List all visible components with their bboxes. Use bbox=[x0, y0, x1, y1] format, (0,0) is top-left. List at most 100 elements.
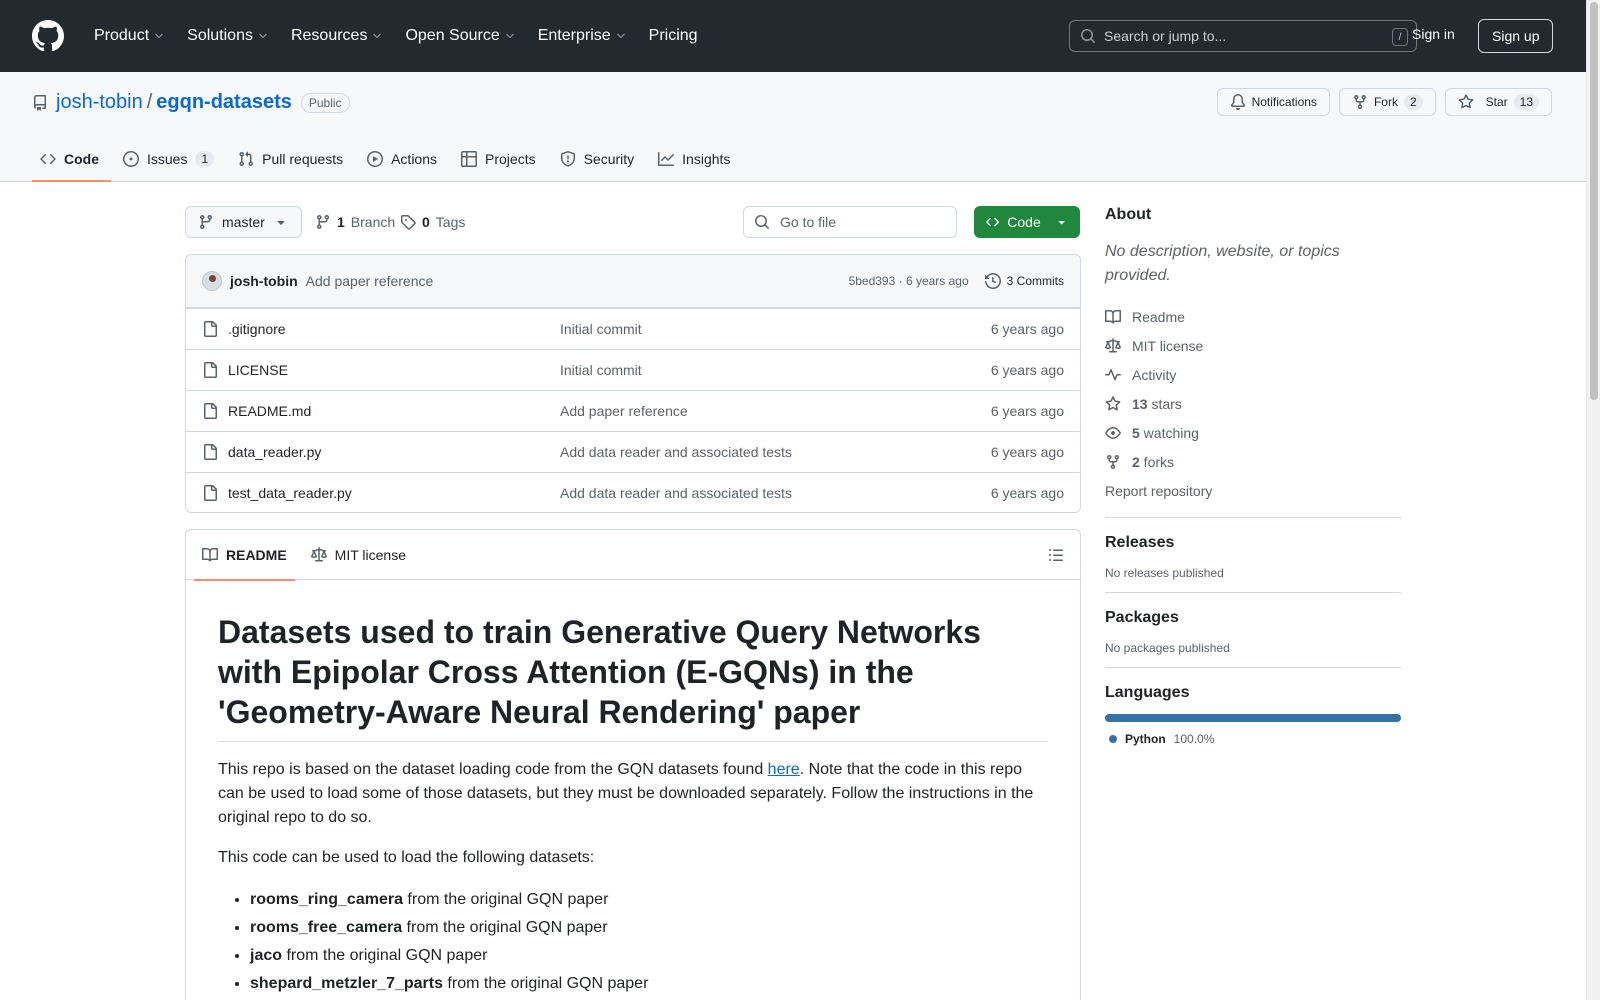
tab-actions[interactable]: Actions bbox=[359, 136, 449, 182]
page-scrollbar[interactable] bbox=[1586, 0, 1600, 1000]
file-name-link[interactable]: .gitignore bbox=[228, 321, 286, 337]
tab-issues[interactable]: Issues 1 bbox=[115, 136, 226, 182]
code-button[interactable]: Code bbox=[974, 206, 1080, 238]
tab-security[interactable]: Security bbox=[552, 136, 647, 182]
file-name-link[interactable]: data_reader.py bbox=[228, 444, 321, 460]
forks-link[interactable]: 2 forks bbox=[1105, 447, 1401, 476]
readme-paragraph: This repo is based on the dataset loadin… bbox=[218, 761, 1034, 826]
book-icon bbox=[202, 547, 218, 561]
file-name-link[interactable]: README.md bbox=[228, 403, 311, 419]
file-row[interactable]: .gitignore Initial commit 6 years ago bbox=[186, 308, 1080, 349]
tab-license[interactable]: MIT license bbox=[303, 530, 414, 580]
tab-projects[interactable]: Projects bbox=[453, 136, 548, 182]
file-row[interactable]: LICENSE Initial commit 6 years ago bbox=[186, 349, 1080, 390]
scrollbar-thumb[interactable] bbox=[1590, 2, 1598, 400]
branch-count: 1 bbox=[337, 214, 345, 230]
tab-security-label: Security bbox=[583, 151, 635, 167]
file-name-link[interactable]: test_data_reader.py bbox=[228, 485, 352, 501]
chevron-down-icon bbox=[155, 33, 163, 39]
repo-icon bbox=[34, 94, 46, 111]
file-row[interactable]: README.md Add paper reference 6 years ag… bbox=[186, 390, 1080, 431]
nav-solutions[interactable]: Solutions bbox=[179, 21, 277, 51]
play-icon bbox=[367, 151, 384, 167]
file-icon bbox=[204, 403, 217, 419]
activity-link[interactable]: Activity bbox=[1105, 360, 1401, 389]
file-name-link[interactable]: LICENSE bbox=[228, 362, 288, 378]
commit-meta: 5bed393 · 6 years ago 3 Commits bbox=[849, 273, 1064, 289]
go-to-file-placeholder: Go to file bbox=[780, 214, 837, 230]
repo-sidebar: About No description, website, or topics… bbox=[1105, 206, 1401, 746]
sign-in-link[interactable]: Sign in bbox=[1412, 26, 1455, 42]
sign-up-button[interactable]: Sign up bbox=[1478, 19, 1554, 53]
list-unordered-icon[interactable] bbox=[1048, 547, 1064, 563]
nav-open-source[interactable]: Open Source bbox=[397, 21, 523, 51]
packages-heading[interactable]: Packages bbox=[1105, 609, 1401, 627]
tab-code[interactable]: Code bbox=[32, 136, 111, 182]
history-icon bbox=[984, 273, 1001, 289]
list-item: rooms_ring_camera from the original GQN … bbox=[250, 886, 1048, 914]
star-button[interactable]: Star 13 bbox=[1444, 88, 1552, 116]
fork-label: Fork bbox=[1373, 95, 1398, 109]
tab-actions-label: Actions bbox=[391, 151, 438, 167]
avatar[interactable] bbox=[202, 271, 222, 291]
readme-paragraph: This code can be used to load the follow… bbox=[218, 849, 595, 866]
branch-select-button[interactable]: master bbox=[185, 206, 302, 238]
language-name: Python bbox=[1125, 732, 1166, 746]
file-commit-message[interactable]: Add data reader and associated tests bbox=[560, 485, 792, 501]
tags-link[interactable]: 0 Tags bbox=[400, 214, 465, 230]
repo-name-link[interactable]: egqn-datasets bbox=[156, 91, 292, 114]
search-placeholder: Search or jump to... bbox=[1104, 28, 1227, 44]
notifications-button[interactable]: Notifications bbox=[1216, 88, 1330, 116]
graph-icon bbox=[658, 152, 675, 166]
tab-pull-requests[interactable]: Pull requests bbox=[230, 136, 355, 182]
nav-enterprise[interactable]: Enterprise bbox=[530, 21, 635, 51]
report-repository-link[interactable]: Report repository bbox=[1105, 476, 1401, 505]
search-input[interactable]: Search or jump to... / bbox=[1069, 20, 1417, 52]
commits-link[interactable]: 3 Commits bbox=[984, 273, 1064, 289]
visibility-badge: Public bbox=[300, 92, 350, 113]
commit-count-label: 3 Commits bbox=[1006, 274, 1064, 288]
about-heading: About bbox=[1105, 206, 1152, 223]
nav-product[interactable]: Product bbox=[86, 21, 173, 51]
list-item: jaco from the original GQN paper bbox=[250, 942, 1048, 970]
readme-link[interactable]: Readme bbox=[1105, 302, 1401, 331]
file-age: 6 years ago bbox=[990, 444, 1064, 460]
repo-owner-link[interactable]: josh-tobin bbox=[56, 91, 143, 114]
fork-button[interactable]: Fork 2 bbox=[1338, 88, 1436, 116]
file-commit-message[interactable]: Initial commit bbox=[560, 362, 642, 378]
nav-resources[interactable]: Resources bbox=[283, 21, 391, 51]
tab-projects-label: Projects bbox=[485, 151, 536, 167]
readme-link-here[interactable]: here bbox=[768, 761, 800, 778]
file-row[interactable]: data_reader.py Add data reader and assoc… bbox=[186, 431, 1080, 472]
fork-count: 2 bbox=[1403, 94, 1423, 110]
tab-insights[interactable]: Insights bbox=[650, 136, 742, 182]
nav-pricing[interactable]: Pricing bbox=[641, 21, 706, 51]
watchers-link[interactable]: 5 watching bbox=[1105, 418, 1401, 447]
releases-heading[interactable]: Releases bbox=[1105, 534, 1401, 552]
commit-author-link[interactable]: josh-tobin bbox=[230, 273, 298, 289]
branches-link[interactable]: 1 Branch bbox=[315, 214, 395, 230]
file-commit-message[interactable]: Add paper reference bbox=[560, 403, 688, 419]
file-age: 6 years ago bbox=[990, 321, 1064, 337]
code-icon bbox=[986, 217, 1000, 227]
tab-readme[interactable]: README bbox=[194, 530, 295, 581]
stars-link[interactable]: 13 stars bbox=[1105, 389, 1401, 418]
about-description: No description, website, or topics provi… bbox=[1105, 243, 1340, 284]
license-link[interactable]: MIT license bbox=[1105, 331, 1401, 360]
readme-content: Datasets used to train Generative Query … bbox=[186, 580, 1080, 1000]
issue-icon bbox=[123, 151, 139, 167]
file-commit-message[interactable]: Add data reader and associated tests bbox=[560, 444, 792, 460]
go-to-file-input[interactable]: Go to file bbox=[743, 206, 957, 238]
repo-path-separator: / bbox=[146, 91, 153, 113]
file-icon bbox=[204, 444, 217, 460]
commit-sha-and-age[interactable]: 5bed393 · 6 years ago bbox=[849, 274, 969, 288]
file-row[interactable]: test_data_reader.py Add data reader and … bbox=[186, 472, 1080, 512]
language-item[interactable]: Python 100.0% bbox=[1105, 732, 1401, 746]
github-logo-icon[interactable] bbox=[32, 20, 64, 52]
file-commit-message[interactable]: Initial commit bbox=[560, 321, 642, 337]
shield-icon bbox=[560, 151, 575, 167]
commit-message-link[interactable]: Add paper reference bbox=[306, 273, 434, 289]
tab-code-label: Code bbox=[64, 151, 99, 167]
file-browser: josh-tobin Add paper reference 5bed393 ·… bbox=[185, 254, 1081, 513]
branch-icon bbox=[316, 215, 329, 230]
